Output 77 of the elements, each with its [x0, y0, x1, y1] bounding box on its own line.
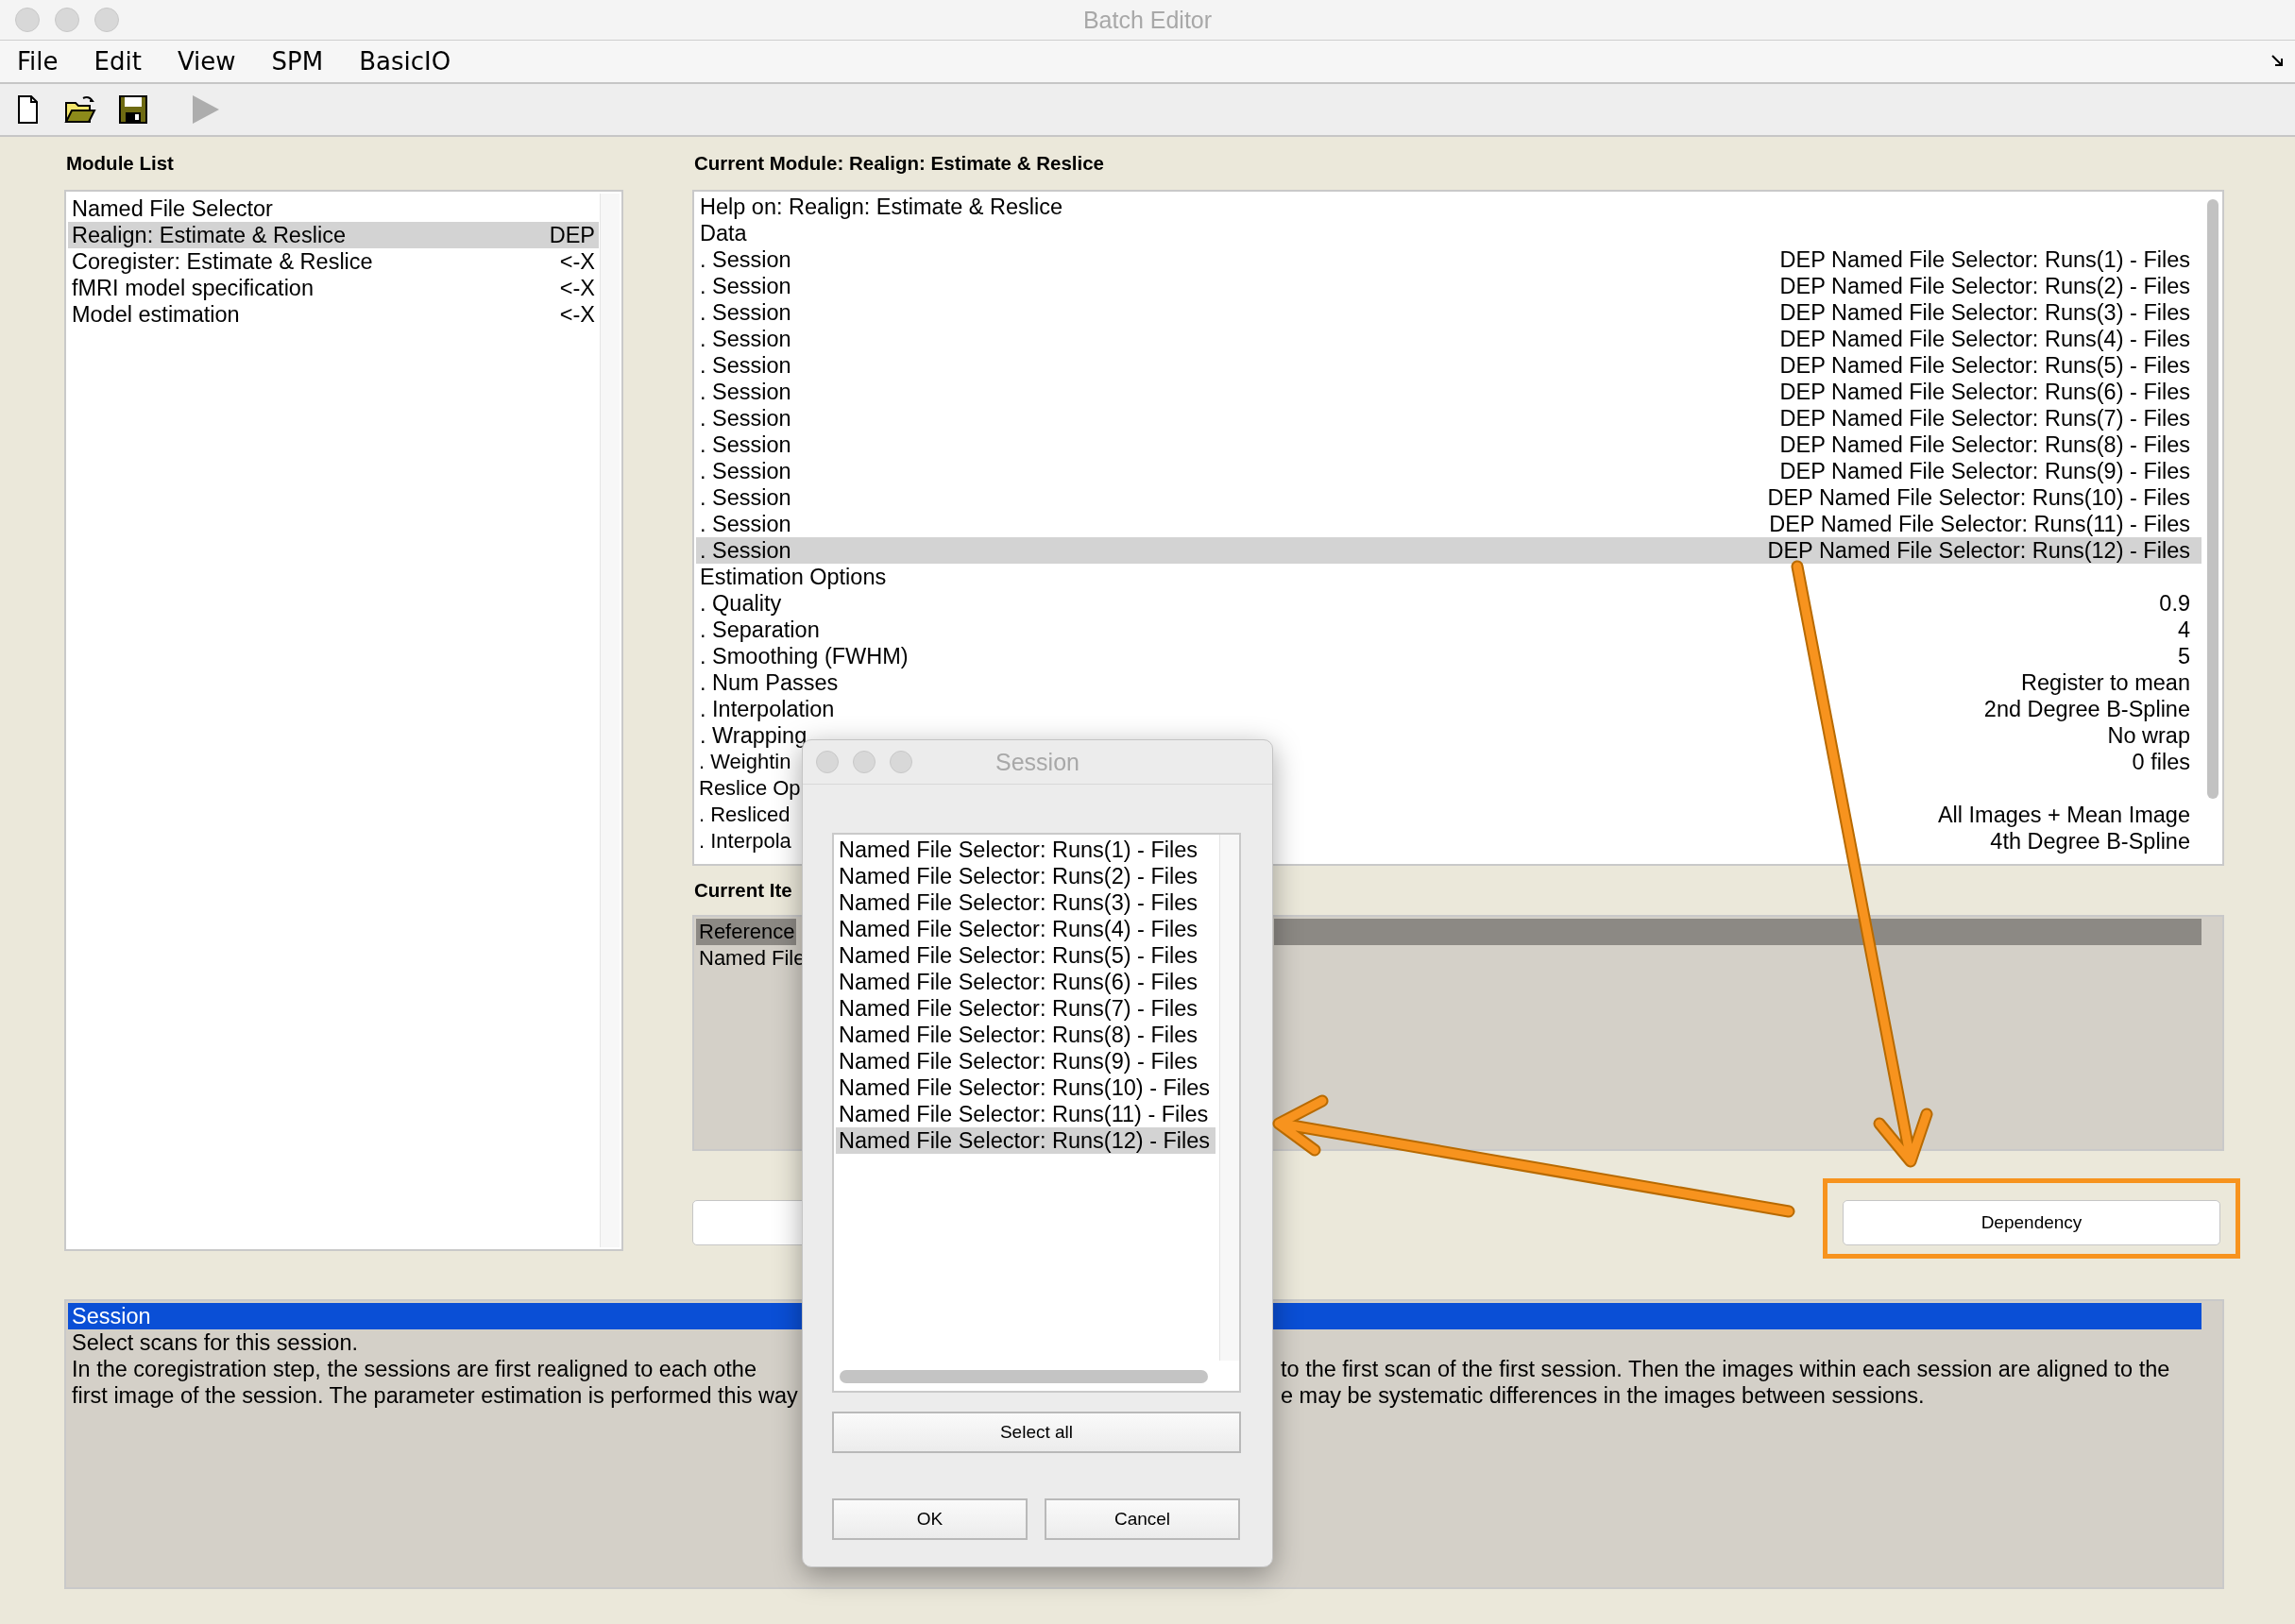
help-text: Select scans for this session.: [72, 1329, 360, 1356]
option-row[interactable]: . Session DEP Named File Selector: Runs(4) - Files: [696, 326, 2202, 352]
file-list-item[interactable]: Named File Selector: Runs(10) - Files: [836, 1074, 1216, 1101]
file-list-item[interactable]: Named File Selector: Runs(8) - Files: [836, 1022, 1216, 1048]
option-row[interactable]: . Session DEP Named File Selector: Runs(12) - Files: [696, 537, 2202, 564]
menu-item[interactable]: File: [17, 47, 77, 76]
help-text: first image of the session. The parameter estimation is performed this way: [72, 1382, 799, 1409]
file-list-item[interactable]: Named File Selector: Runs(3) - Files: [836, 889, 1216, 916]
file-list-item[interactable]: Named File Selector: Runs(5) - Files: [836, 942, 1216, 969]
window-control[interactable]: [853, 751, 876, 773]
option-row[interactable]: . Wrapping No wrap: [696, 722, 2202, 749]
dialog-title: Session: [995, 749, 1080, 776]
open-folder-icon[interactable]: [64, 93, 96, 126]
file-list-item[interactable]: Named File Selector: Runs(9) - Files: [836, 1048, 1216, 1074]
scrollbar[interactable]: [840, 1370, 1208, 1383]
module-list-item[interactable]: Coregister: Estimate & Reslice <-X: [68, 248, 599, 275]
menu-item[interactable]: SPM: [271, 47, 343, 76]
ok-button[interactable]: OK: [832, 1498, 1028, 1540]
option-row[interactable]: . Session DEP Named File Selector: Runs(6) - Files: [696, 379, 2202, 405]
section-label: Module List: [66, 152, 174, 175]
window-control[interactable]: [890, 751, 912, 773]
option-row[interactable]: . Session DEP Named File Selector: Runs(8) - Files: [696, 431, 2202, 458]
option-row[interactable]: . Session DEP Named File Selector: Runs(7) - Files: [696, 405, 2202, 431]
window-control[interactable]: [94, 8, 119, 32]
item-row[interactable]: Reference: [696, 919, 796, 945]
arrow-icon[interactable]: [2270, 54, 2286, 69]
scrollbar[interactable]: [600, 194, 620, 1247]
option-row[interactable]: . Session DEP Named File Selector: Runs(9) - Files: [696, 458, 2202, 484]
cancel-button[interactable]: Cancel: [1045, 1498, 1240, 1540]
scrollbar[interactable]: [2207, 199, 2218, 799]
file-list-item[interactable]: Named File Selector: Runs(6) - Files: [836, 969, 1216, 995]
menu-item[interactable]: BasicIO: [359, 47, 470, 76]
dependency-button[interactable]: Dependency: [1843, 1200, 2220, 1245]
help-text: e may be systematic differences in the images between sessions.: [1281, 1382, 1926, 1409]
menu-item[interactable]: View: [177, 47, 255, 76]
option-label[interactable]: . Interpola: [696, 828, 792, 854]
option-row[interactable]: Estimation Options: [696, 564, 2202, 590]
file-list-item[interactable]: Named File Selector: Runs(7) - Files: [836, 995, 1216, 1022]
section-label: Current Module: Realign: Estimate & Reslice: [694, 152, 1104, 175]
option-value[interactable]: 0 files: [2132, 749, 2202, 775]
option-row[interactable]: . Session DEP Named File Selector: Runs(2) - Files: [696, 273, 2202, 299]
option-label[interactable]: . Resliced: [696, 802, 791, 828]
option-row[interactable]: . Session DEP Named File Selector: Runs(1) - Files: [696, 246, 2202, 273]
window-control[interactable]: [15, 8, 40, 32]
module-list-item[interactable]: Named File Selector: [68, 195, 599, 222]
window-control[interactable]: [55, 8, 79, 32]
option-row[interactable]: . Session DEP Named File Selector: Runs(11) - Files: [696, 511, 2202, 537]
module-list-item[interactable]: fMRI model specification <-X: [68, 275, 599, 301]
option-row[interactable]: . Interpolation 2nd Degree B-Spline: [696, 696, 2202, 722]
option-row[interactable]: Data: [696, 220, 2202, 246]
help-text: to the first scan of the first session. Then the images within each session are aligned to the: [1281, 1356, 2171, 1382]
option-row[interactable]: . Quality 0.9: [696, 590, 2202, 617]
file-list-item[interactable]: Named File Selector: Runs(2) - Files: [836, 863, 1216, 889]
option-row[interactable]: . Separation 4: [696, 617, 2202, 643]
file-list-item[interactable]: Named File Selector: Runs(12) - Files: [836, 1127, 1216, 1154]
option-value[interactable]: 4th Degree B-Spline: [1990, 828, 2202, 854]
help-title: Session: [72, 1303, 151, 1329]
file-list-item[interactable]: Named File Selector: Runs(4) - Files: [836, 916, 1216, 942]
window-title: Batch Editor: [1082, 7, 1213, 34]
help-text: In the coregistration step, the sessions are first realigned to each othe: [72, 1356, 757, 1382]
option-row[interactable]: . Num Passes Register to mean: [696, 669, 2202, 696]
file-list-item[interactable]: Named File Selector: Runs(11) - Files: [836, 1101, 1216, 1127]
file-list-item[interactable]: Named File Selector: Runs(1) - Files: [836, 837, 1216, 863]
select-all-button[interactable]: Select all: [832, 1412, 1241, 1453]
window-control[interactable]: [816, 751, 839, 773]
option-row[interactable]: . Session DEP Named File Selector: Runs(10) - Files: [696, 484, 2202, 511]
module-list-item[interactable]: Model estimation <-X: [68, 301, 599, 328]
option-label[interactable]: Reslice Op: [696, 775, 802, 802]
option-row[interactable]: Help on: Realign: Estimate & Reslice: [696, 194, 2202, 220]
option-value[interactable]: All Images + Mean Image: [1937, 802, 2202, 828]
section-label: Current Ite: [694, 879, 792, 902]
option-row[interactable]: . Session DEP Named File Selector: Runs(3) - Files: [696, 299, 2202, 326]
option-label[interactable]: . Weightin: [696, 749, 792, 775]
option-row[interactable]: . Smoothing (FWHM) 5: [696, 643, 2202, 669]
menu-item[interactable]: Edit: [94, 47, 161, 76]
module-list-item[interactable]: Realign: Estimate & Reslice DEP: [68, 222, 599, 248]
option-row[interactable]: . Session DEP Named File Selector: Runs(5) - Files: [696, 352, 2202, 379]
